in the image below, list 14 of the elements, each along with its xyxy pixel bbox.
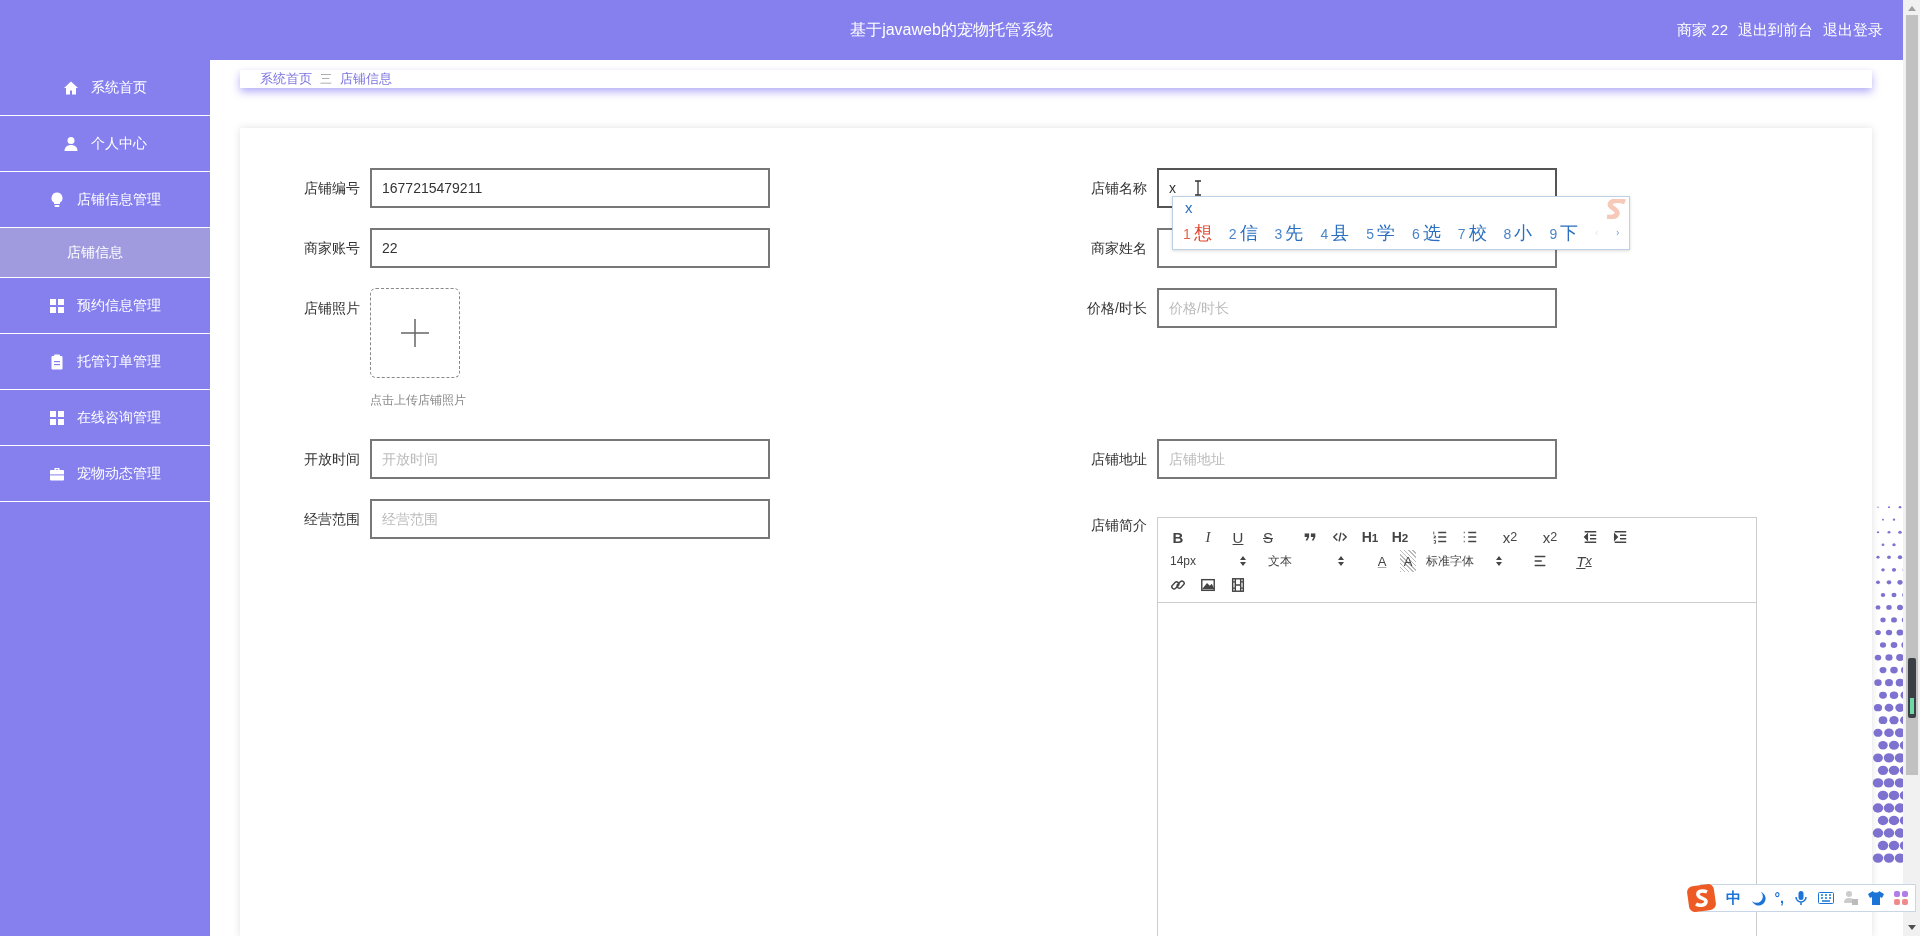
field-label: 店铺编号: [303, 179, 360, 198]
field-label: 店铺简介: [1090, 517, 1147, 533]
field-label: 店铺地址: [1090, 450, 1147, 469]
breadcrumb-separator: 三: [320, 70, 332, 88]
field-label: 开放时间: [303, 450, 360, 469]
field-label: 店铺名称: [1090, 179, 1147, 198]
user-label: 商家 22: [1677, 20, 1728, 40]
app-title: 基于javaweb的宠物托管系统: [850, 19, 1053, 40]
field-label: 店铺照片: [303, 299, 360, 318]
field-label: 经营范围: [303, 510, 360, 529]
upload-hint: 点击上传店铺照片: [370, 392, 466, 409]
field-label: 商家账号: [303, 239, 360, 258]
field-label: 价格/时长: [1086, 299, 1147, 318]
field-label: 商家姓名: [1090, 239, 1147, 258]
